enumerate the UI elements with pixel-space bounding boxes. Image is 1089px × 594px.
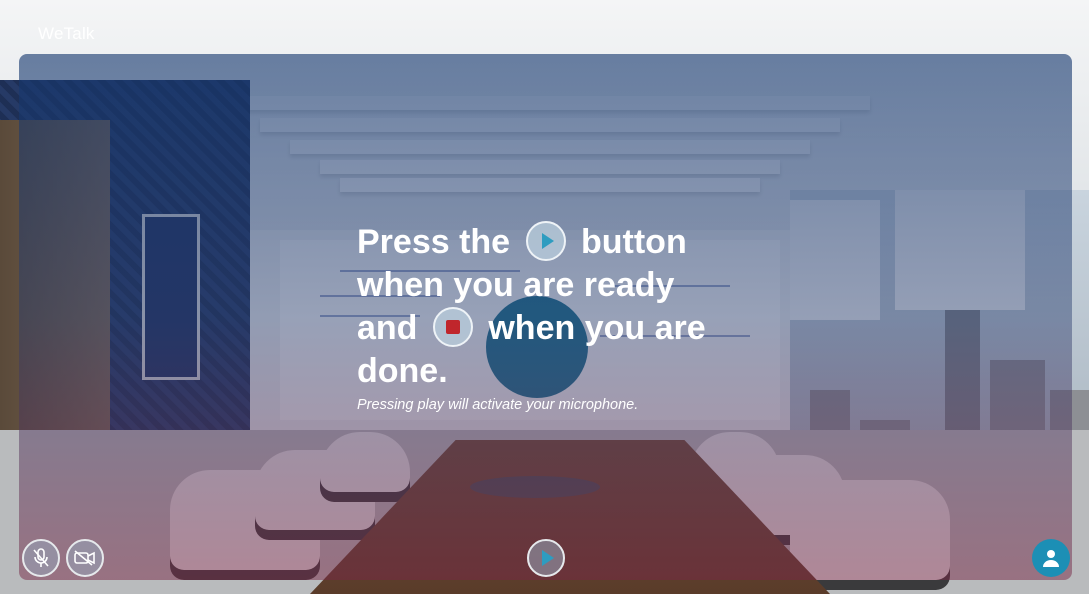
microphone-notice: Pressing play will activate your microph… [357, 397, 639, 413]
headline-text: button [581, 223, 687, 261]
headline-text: when you are [488, 309, 706, 348]
mute-microphone-button[interactable] [22, 539, 60, 577]
profile-button[interactable] [1032, 539, 1070, 577]
headline-text: Press the [357, 223, 511, 261]
headline-text: and [357, 309, 418, 348]
play-icon [542, 550, 554, 566]
play-button[interactable] [527, 539, 565, 577]
mic-muted-icon [33, 548, 49, 567]
toggle-camera-button[interactable] [66, 539, 104, 577]
inline-play-icon [525, 221, 566, 262]
instruction-headline: Press the button when you are ready and … [357, 221, 737, 393]
inline-stop-icon [432, 307, 473, 348]
headline-text: when you are ready [357, 266, 675, 305]
camera-off-icon [74, 550, 95, 566]
user-icon [1043, 550, 1059, 567]
app-brand: WeTalk [38, 24, 95, 43]
headline-text: done. [357, 352, 448, 391]
